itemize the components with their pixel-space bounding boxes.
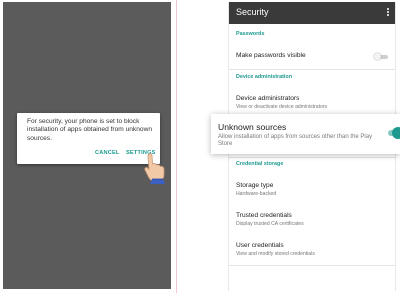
trusted-credentials-sub: Display trusted CA certificates xyxy=(236,221,304,227)
unknown-sources-toggle[interactable] xyxy=(388,127,400,139)
divider xyxy=(229,157,395,158)
page-title: Security xyxy=(236,7,269,17)
app-bar: Security xyxy=(229,2,395,24)
unknown-sources-label: Unknown sources xyxy=(218,122,287,132)
divider xyxy=(229,69,395,70)
cancel-button[interactable]: CANCEL xyxy=(95,150,120,156)
unknown-sources-dialog: For security, your phone is set to block… xyxy=(17,113,160,164)
make-passwords-visible-label: Make passwords visible xyxy=(236,52,306,59)
dialog-message: For security, your phone is set to block… xyxy=(27,118,152,142)
more-vert-icon[interactable] xyxy=(387,8,390,18)
section-header-credential-storage: Credential storage xyxy=(236,161,284,167)
storage-type-sub: Hardware-backed xyxy=(236,191,277,197)
left-phone-screen: For security, your phone is set to block… xyxy=(3,2,171,289)
hand-pointer-icon xyxy=(144,153,165,184)
trusted-credentials-label: Trusted credentials xyxy=(236,212,292,219)
section-header-device-administration: Device administration xyxy=(236,74,293,80)
unknown-sources-sub: Allow installation of apps from sources … xyxy=(218,134,373,148)
device-administrators-sub: View or deactivate device administrators xyxy=(236,104,328,110)
user-credentials-sub: View and modify stored credentials xyxy=(236,251,315,257)
user-credentials-label: User credentials xyxy=(236,242,284,249)
unknown-sources-row[interactable]: Unknown sources Allow installation of ap… xyxy=(211,114,400,154)
storage-type-label: Storage type xyxy=(236,182,274,189)
make-passwords-visible-toggle[interactable] xyxy=(374,53,388,60)
divider xyxy=(229,265,395,266)
device-administrators-label: Device administrators xyxy=(236,95,300,102)
panel-divider xyxy=(176,0,177,293)
section-header-passwords: Passwords xyxy=(236,31,265,37)
